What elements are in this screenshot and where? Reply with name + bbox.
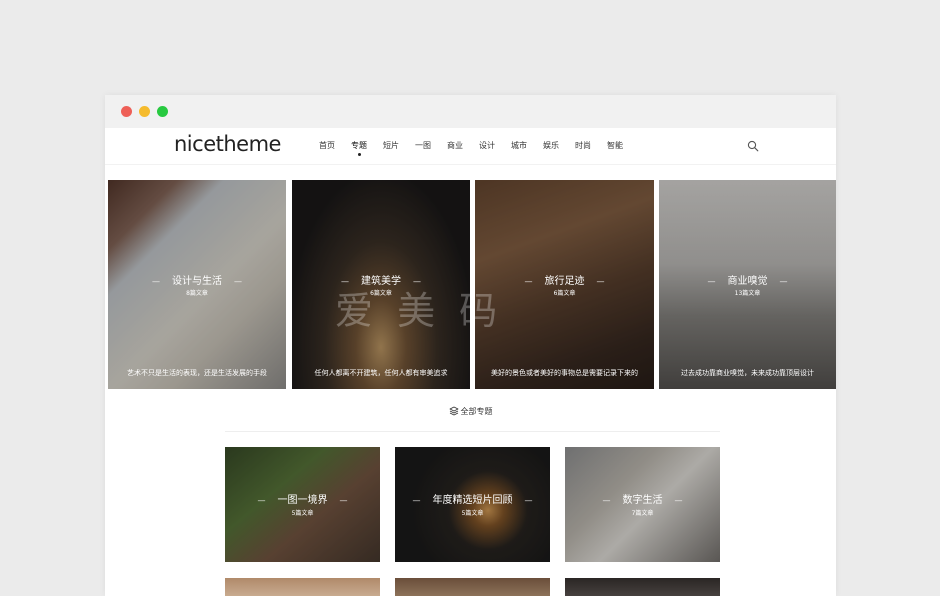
nav-item-fashion[interactable]: 时尚 [575,140,591,151]
nav-item-business[interactable]: 商业 [447,140,463,151]
header-divider [105,164,836,165]
card-description: 美好的景色或者美好的事物总是需要记录下来的 [491,369,638,377]
card-description: 任何人都离不开建筑，任何人都有审美追求 [314,369,448,377]
cover-image [395,578,550,596]
card-count: 6篇文章 [553,290,576,297]
card-count: 8篇文章 [186,290,208,297]
topic-card[interactable] [565,578,720,596]
minimize-window-button[interactable] [139,106,150,117]
card-count: 13篇文章 [734,290,761,297]
browser-window: nicetheme 首页 专题 短片 一图 商业 设计 城市 娱乐 时尚 智能 … [105,95,836,596]
main-nav: 首页 专题 短片 一图 商业 设计 城市 娱乐 时尚 智能 [319,140,639,156]
card-count: 5篇文章 [291,510,314,517]
cover-image [225,578,380,596]
topic-card[interactable]: 年度精选短片回顾 5篇文章 [395,447,550,562]
window-titlebar [105,95,836,128]
layers-icon [449,406,458,416]
nav-item-city[interactable]: 城市 [511,140,527,151]
card-title: 数字生活 [565,491,720,506]
topic-card[interactable] [395,578,550,596]
site-logo[interactable]: nicetheme [174,132,281,156]
featured-card[interactable]: 设计与生活 8篇文章 艺术不只是生活的表现，还是生活发展的手段 [108,180,286,389]
card-count: 7篇文章 [631,510,654,517]
maximize-window-button[interactable] [157,106,168,117]
featured-card[interactable]: 旅行足迹 6篇文章 美好的景色或者美好的事物总是需要记录下来的 [475,180,654,389]
card-title: 商业嗅觉 [659,272,836,287]
search-icon[interactable] [747,140,759,152]
nav-item-design[interactable]: 设计 [479,140,495,151]
topic-card[interactable]: 一图一境界 5篇文章 [225,447,380,562]
topic-card[interactable]: 数字生活 7篇文章 [565,447,720,562]
card-title: 一图一境界 [225,491,380,506]
card-title: 设计与生活 [108,272,286,287]
section-label: 全部专题 [460,407,493,416]
close-window-button[interactable] [121,106,132,117]
nav-item-shorts[interactable]: 短片 [383,140,399,151]
card-description: 过去成功靠商业嗅觉，未来成功靠顶层设计 [681,369,814,377]
section-heading: 全部专题 [105,406,836,417]
card-count: 5篇文章 [461,510,484,517]
card-title: 年度精选短片回顾 [395,491,550,506]
card-description: 艺术不只是生活的表现，还是生活发展的手段 [127,369,267,377]
topic-card[interactable] [225,578,380,596]
nav-item-topics[interactable]: 专题 [351,140,367,156]
nav-item-home[interactable]: 首页 [319,140,335,151]
nav-item-smart[interactable]: 智能 [607,140,623,151]
card-title: 建筑美学 [292,272,470,287]
cover-image [565,578,720,596]
nav-item-entertainment[interactable]: 娱乐 [543,140,559,151]
section-divider [225,431,720,432]
card-count: 6篇文章 [370,290,392,297]
featured-card[interactable]: 建筑美学 6篇文章 任何人都离不开建筑，任何人都有审美追求 [292,180,470,389]
site-header: nicetheme 首页 专题 短片 一图 商业 设计 城市 娱乐 时尚 智能 [105,128,836,164]
card-title: 旅行足迹 [475,272,654,287]
nav-item-one-image[interactable]: 一图 [415,140,431,151]
featured-card[interactable]: 商业嗅觉 13篇文章 过去成功靠商业嗅觉，未来成功靠顶层设计 [659,180,836,389]
